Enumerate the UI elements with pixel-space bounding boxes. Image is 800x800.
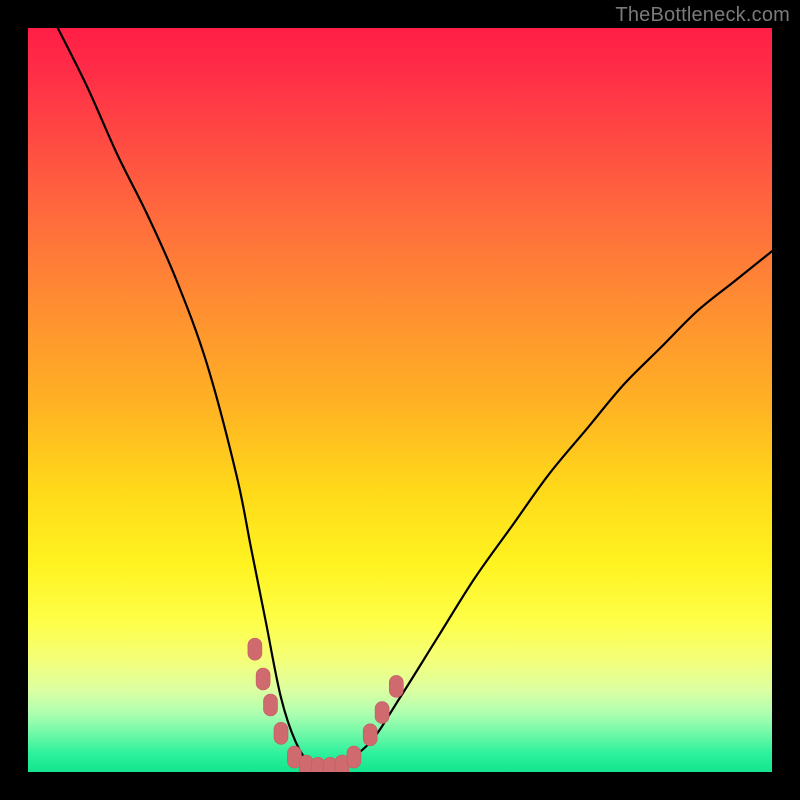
curve-layer — [28, 28, 772, 772]
data-marker — [375, 702, 389, 724]
chart-frame: TheBottleneck.com — [0, 0, 800, 800]
bottleneck-curve — [58, 28, 772, 768]
data-marker — [256, 668, 270, 690]
data-marker — [274, 722, 288, 744]
data-marker — [248, 638, 262, 660]
data-marker — [363, 724, 377, 746]
plot-area — [28, 28, 772, 772]
data-marker — [264, 694, 278, 716]
data-marker — [389, 675, 403, 697]
data-marker — [347, 746, 361, 768]
watermark-text: TheBottleneck.com — [615, 4, 790, 27]
marker-group — [248, 638, 403, 772]
